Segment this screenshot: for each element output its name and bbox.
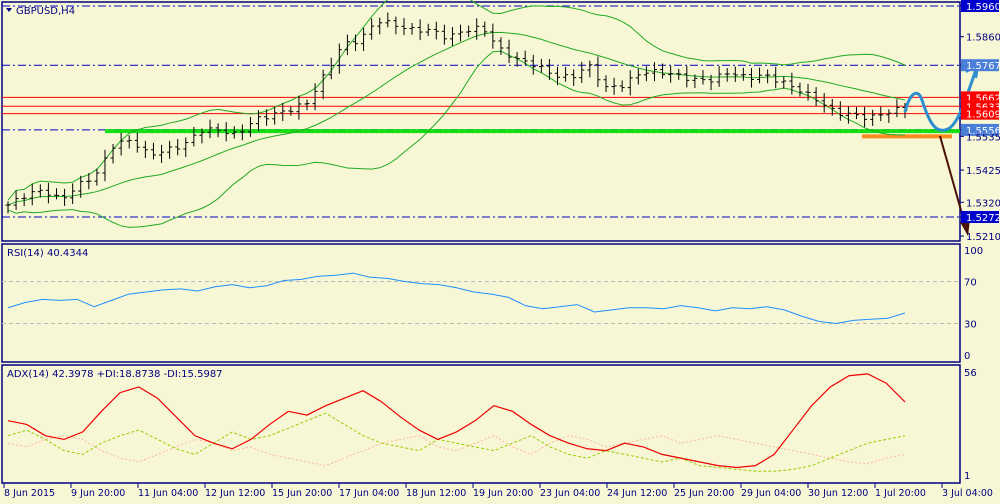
time-label: 11 Jun 04:00 bbox=[138, 488, 198, 499]
rsi-title: RSI(14) 40.4344 bbox=[7, 248, 88, 259]
time-label: 12 Jun 12:00 bbox=[205, 488, 265, 499]
price-label: 1.5535 bbox=[966, 132, 1000, 143]
time-label: 15 Jun 20:00 bbox=[272, 488, 332, 499]
time-label: 19 Jun 20:00 bbox=[473, 488, 533, 499]
rsi-panel bbox=[1, 243, 961, 363]
adx-axis-label: 1 bbox=[964, 471, 970, 482]
price-label: 1.5767 bbox=[966, 61, 1000, 72]
time-label: 9 Jun 20:00 bbox=[71, 488, 125, 499]
rsi-axis-label: 100 bbox=[964, 246, 983, 257]
time-label: 24 Jun 12:00 bbox=[607, 488, 667, 499]
rsi-axis-label: 30 bbox=[964, 320, 977, 331]
time-label: 23 Jun 04:00 bbox=[540, 488, 600, 499]
time-label: 29 Jun 04:00 bbox=[741, 488, 801, 499]
time-label: 17 Jun 04:00 bbox=[339, 488, 399, 499]
time-label: 25 Jun 20:00 bbox=[674, 488, 734, 499]
adx-panel bbox=[1, 364, 961, 484]
time-label: 3 Jul 04:00 bbox=[942, 488, 993, 499]
price-label: 1.5860 bbox=[966, 33, 1000, 44]
adx-axis-label: 56 bbox=[964, 368, 977, 379]
price-label: 1.5210 bbox=[966, 232, 1000, 243]
time-label: 18 Jun 12:00 bbox=[406, 488, 466, 499]
price-label: 1.5272 bbox=[966, 213, 1000, 224]
rsi-axis-label: 0 bbox=[964, 351, 970, 362]
chart-canvas[interactable]: 1.59601.58601.57671.56621.56331.56091.55… bbox=[0, 0, 1000, 500]
price-label: 1.5320 bbox=[966, 198, 1000, 209]
trading-chart[interactable]: 1.59601.58601.57671.56621.56331.56091.55… bbox=[0, 0, 1000, 500]
symbol-title[interactable]: GBPUSD,H4 bbox=[6, 6, 75, 17]
price-label: 1.5609 bbox=[966, 110, 1000, 121]
rsi-axis-label: 70 bbox=[964, 278, 977, 289]
symbol-timeframe-label: GBPUSD,H4 bbox=[16, 6, 75, 17]
time-label: 30 Jun 12:00 bbox=[808, 488, 868, 499]
time-label: 8 Jun 2015 bbox=[4, 488, 55, 499]
adx-title: ADX(14) 42.3978 +DI:18.8738 -DI:15.5987 bbox=[7, 369, 223, 380]
price-label: 1.5425 bbox=[966, 166, 1000, 177]
time-label: 1 Jul 20:00 bbox=[875, 488, 926, 499]
price-panel bbox=[1, 1, 961, 242]
price-label: 1.5960 bbox=[966, 2, 1000, 13]
